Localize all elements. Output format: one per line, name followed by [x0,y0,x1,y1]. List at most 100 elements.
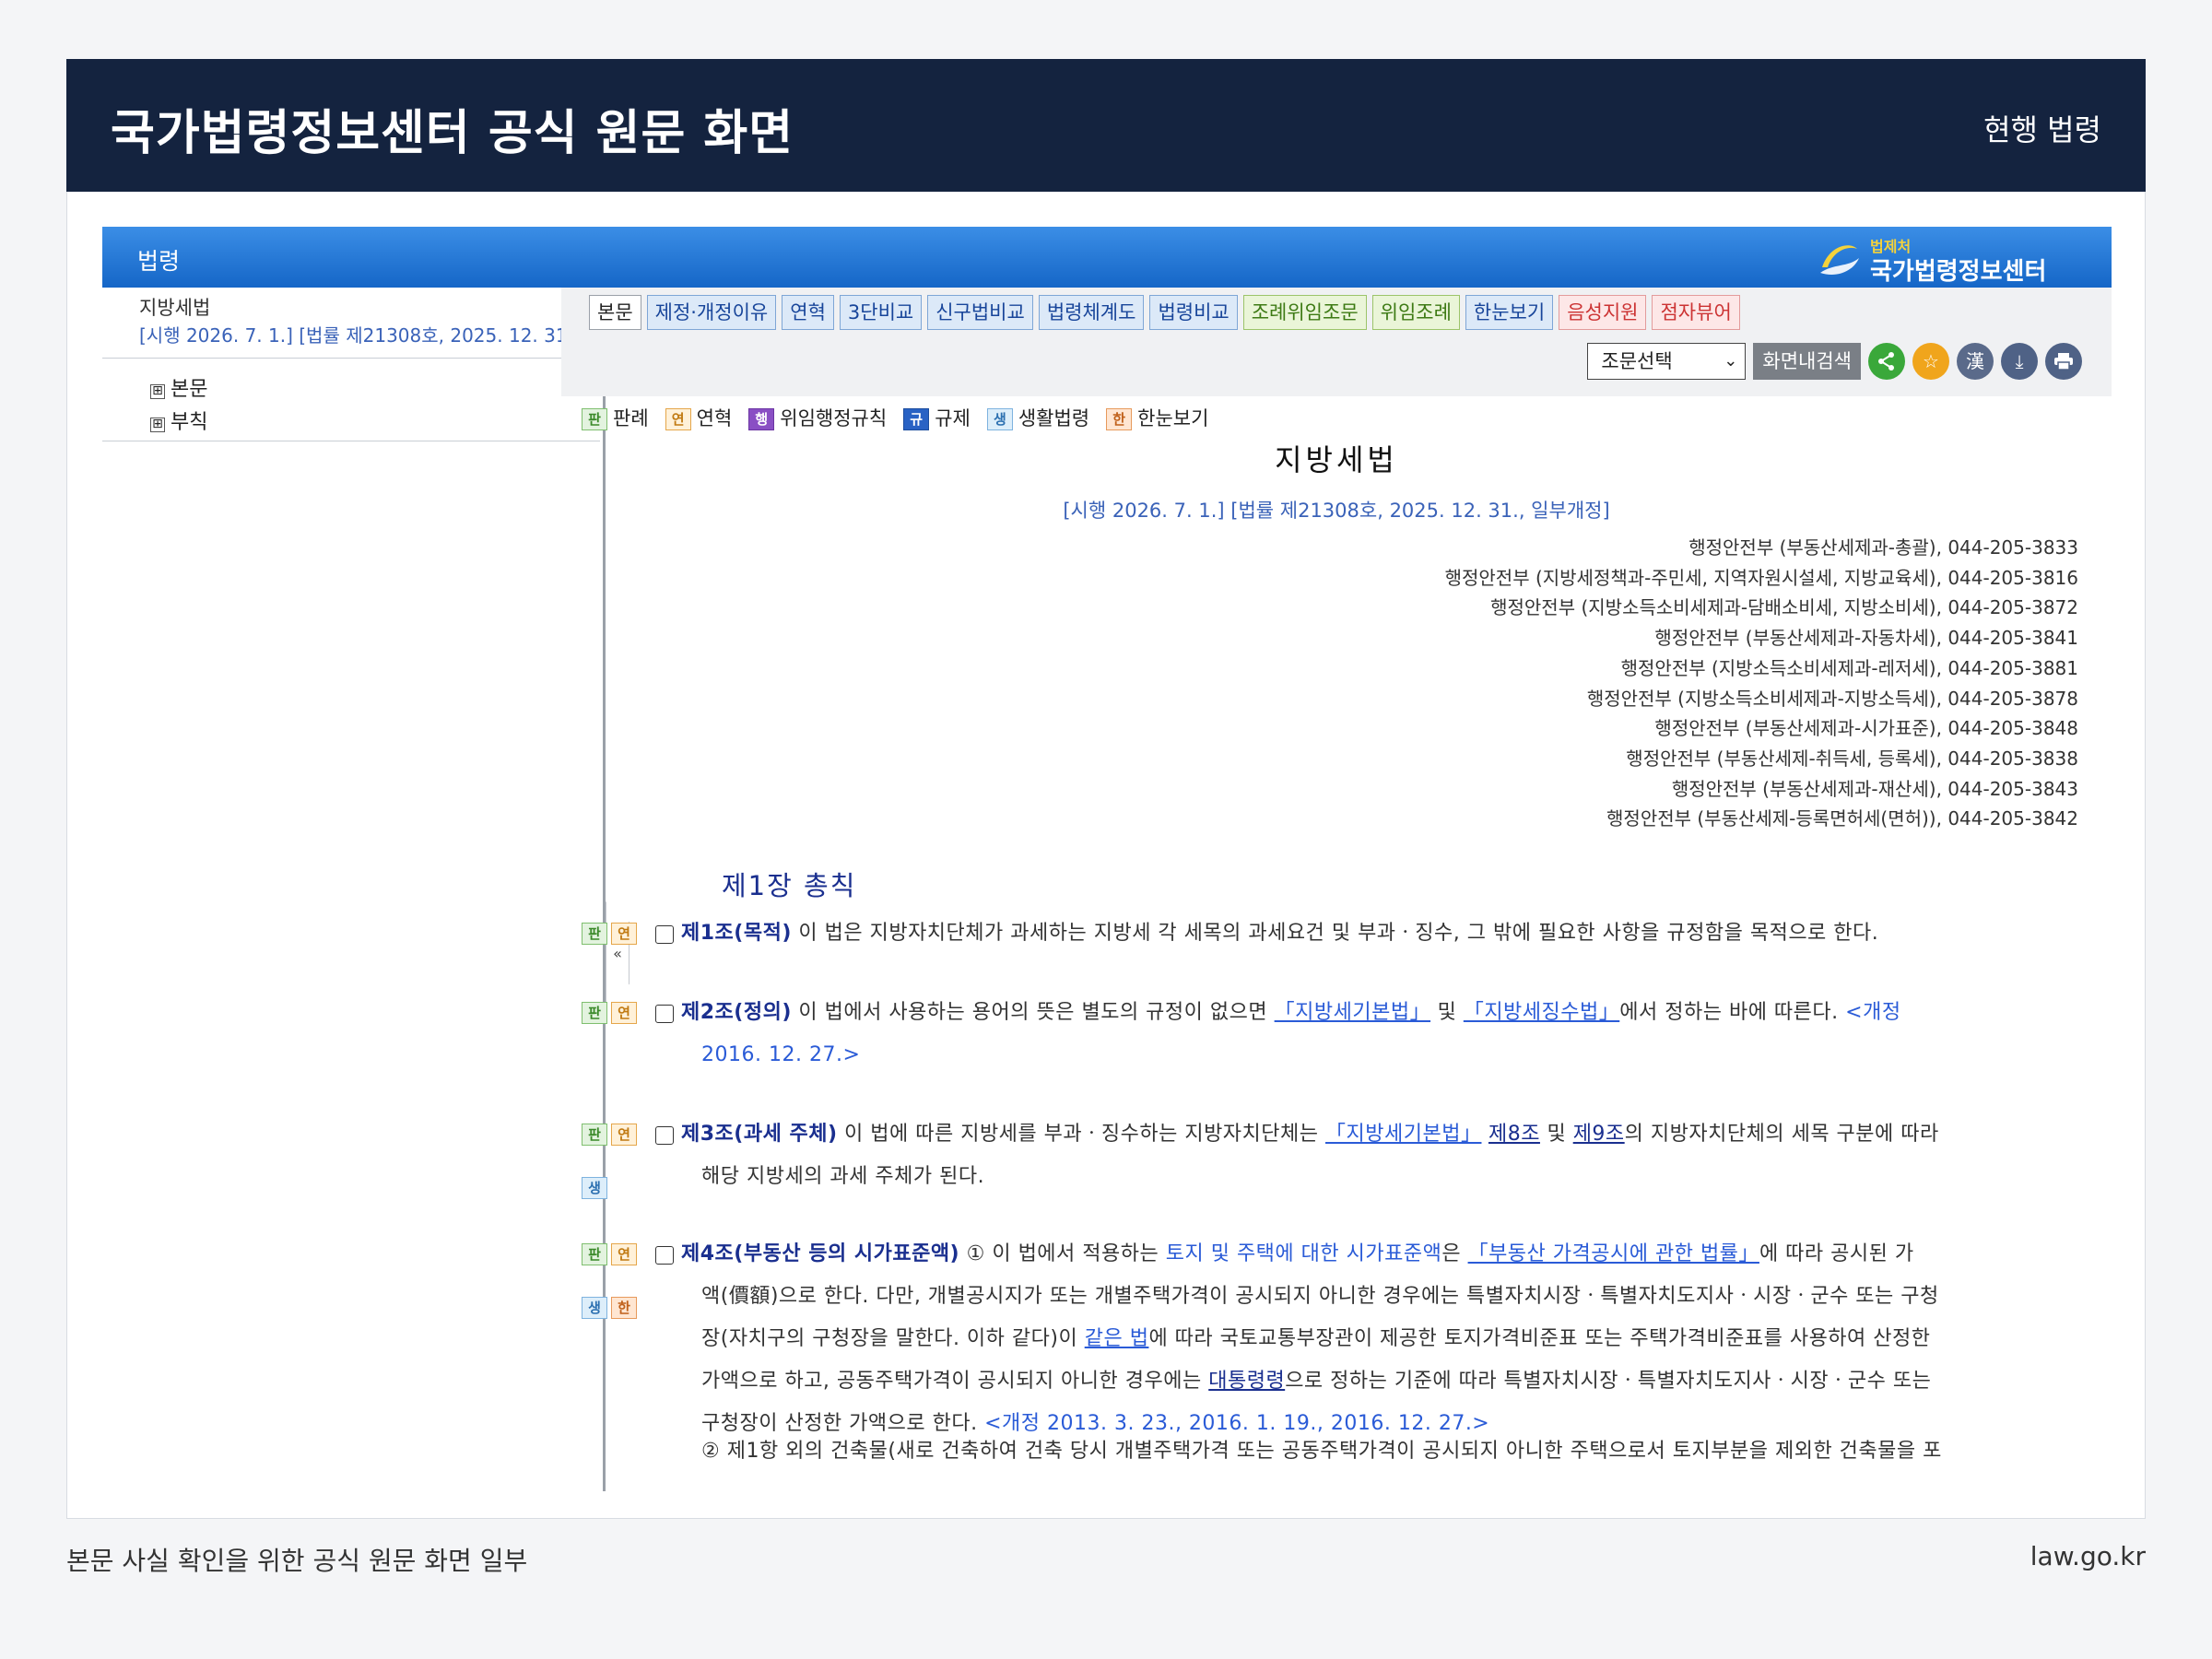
tab-overview[interactable]: 한눈보기 [1465,295,1554,330]
law-link[interactable]: 「부동산 가격공시에 관한 법률」 [1468,1242,1759,1265]
article-heading[interactable]: 제3조(과세 주체) [681,1123,838,1146]
share-icon[interactable] [1868,343,1905,380]
article-checkbox[interactable] [655,925,674,944]
precedent-badge-icon[interactable]: 판 [582,923,607,945]
card-header: 국가법령정보센터 공식 원문 화면 현행 법령 [66,59,2146,192]
tree-item-label: 부칙 [171,411,208,434]
article-checkbox[interactable] [655,1126,674,1145]
amendment-date: 2016. 12. 27.> [701,1043,861,1066]
law-bar-label: 법령 [137,248,181,275]
article-checkbox[interactable] [655,1246,674,1265]
article-icons: 판연 생한 [582,1233,655,1329]
tree-item-main[interactable]: ⊞ 본문 [150,372,207,402]
tree-item-addenda[interactable]: ⊞ 부칙 [150,406,207,435]
law-link[interactable]: 같은 법 [1085,1327,1149,1350]
legend-item-precedent: 판 판례 [582,404,649,431]
article-icons: 판연 [582,912,655,955]
history-badge-icon[interactable]: 연 [611,923,637,945]
tab-law-structure[interactable]: 법령체계도 [1038,295,1145,330]
image-caption: 본문 사실 확인을 위한 공식 원문 화면 일부 [66,1546,528,1576]
article-select-value: 조문선택 [1601,350,1673,372]
article-icons: 판연 [582,992,655,1034]
department-contact: 행정안전부 (지방소득소비세제과-담배소비세, 지방소비세), 044-205-… [1490,596,2078,619]
tree-item-label: 본문 [171,378,208,401]
source-label: law.go.kr [2030,1541,2146,1571]
precedent-badge-icon[interactable]: 판 [582,1002,607,1024]
overview-badge-icon[interactable]: 한 [611,1297,637,1319]
department-contact: 행정안전부 (부동산세제과-시가표준), 044-205-3848 [1654,717,2078,740]
voice-support-button[interactable]: 음성지원 [1559,295,1647,330]
tab-delegated-ordinance[interactable]: 위임조례 [1371,295,1460,330]
precedent-badge-icon[interactable]: 판 [582,1124,607,1146]
screenshot-frame: 법령 법제처 국가법령정보센터 지방세법 [시행 2026. 7. 1.] [법… [66,192,2146,1519]
sidebar: 지방세법 [시행 2026. 7. 1.] [법률 제21308호, 2025.… [102,288,606,1491]
braille-viewer-button[interactable]: 점자뷰어 [1652,295,1740,330]
history-badge-icon[interactable]: 연 [611,1124,637,1146]
divider [102,358,600,359]
article-link[interactable]: 제9조 [1573,1123,1625,1146]
article-body: 제3조(과세 주체) 이 법에 따른 지방세를 부과ㆍ징수하는 지방자치단체는 … [681,1123,1939,1188]
status-label: 현행 법령 [1983,112,2101,147]
logo-swoosh-icon [1820,245,1859,276]
tab-three-way-compare[interactable]: 3단비교 [839,295,923,330]
article-heading[interactable]: 제4조(부동산 등의 시가표준액) [681,1242,959,1265]
article-link[interactable]: 제8조 [1488,1123,1540,1146]
law-title-bar: 법령 법제처 국가법령정보센터 [102,227,2112,288]
law-link[interactable]: 대통령령 [1208,1370,1285,1393]
hanja-icon[interactable]: 漢 [1957,343,1994,380]
tab-main-text[interactable]: 본문 [589,295,641,330]
article-select[interactable]: 조문선택 ⌄ [1587,343,1747,380]
page-title: 지방세법 [1275,442,1398,477]
article-body: 제2조(정의) 이 법에서 사용하는 용어의 뜻은 별도의 규정이 없으면 「지… [681,992,2082,1077]
amendment-note: <개정 [1845,1001,1901,1024]
regulation-badge-icon: 규 [903,408,930,430]
living-law-badge-icon[interactable]: 생 [582,1297,607,1319]
legend-item-admin-rule: 행 위임행정규칙 [748,404,887,431]
tab-old-new-compare[interactable]: 신구법비교 [927,295,1033,330]
in-page-search-button[interactable]: 화면내검색 [1753,343,1861,380]
article-body: 제1조(목적) 이 법은 지방자치단체가 과세하는 지방세 각 세목의 과세요건… [681,922,1879,945]
article-heading[interactable]: 제2조(정의) [681,1001,792,1024]
legend-item-regulation: 규 규제 [903,404,971,431]
article-body: 제4조(부동산 등의 시가표준액) ① 이 법에서 적용하는 토지 및 주택에 … [681,1242,1942,1463]
law-link[interactable]: 「지방세기본법」 [1275,1001,1430,1024]
department-contact: 행정안전부 (부동산세제-등록면허세(면허)), 044-205-3842 [1606,807,2078,830]
article-1: 판연 제1조(목적) 이 법은 지방자치단체가 과세하는 지방세 각 세목의 과… [582,912,2093,959]
department-contact: 행정안전부 (지방소득소비세제과-지방소득세), 044-205-3878 [1586,687,2078,710]
law-link[interactable]: 「지방세기본법」 [1325,1123,1481,1146]
history-badge-icon[interactable]: 연 [611,1002,637,1024]
article-2: 판연 제2조(정의) 이 법에서 사용하는 용어의 뜻은 별도의 규정이 없으면… [582,992,2093,1080]
law-link[interactable]: 「지방세징수법」 [1464,1001,1619,1024]
highlighted-term: 토지 및 주택에 대한 시가표준액 [1165,1242,1442,1265]
expand-icon[interactable]: ⊞ [150,384,165,399]
tab-ordinance-delegation[interactable]: 조례위임조문 [1242,295,1367,330]
chevron-down-icon: ⌄ [1724,351,1738,371]
sidebar-law-info: [시행 2026. 7. 1.] [법률 제21308호, 2025. 12. … [139,324,606,347]
article-checkbox[interactable] [655,1005,674,1023]
article-4: 판연 생한 제4조(부동산 등의 시가표준액) ① 이 법에서 적용하는 토지 … [582,1233,2093,1500]
legend-item-living-law: 생 생활법령 [986,404,1089,431]
department-contact: 행정안전부 (지방소득소비세제과-레저세), 044-205-3881 [1620,656,2078,679]
expand-icon[interactable]: ⊞ [150,418,165,432]
card-title: 국가법령정보센터 공식 원문 화면 [111,106,794,161]
department-contact: 행정안전부 (부동산세제과-자동차세), 044-205-3841 [1654,627,2078,650]
tab-revision-reason[interactable]: 제정·개정이유 [646,295,777,330]
department-contact-list: 행정안전부 (부동산세제과-총괄), 044-205-3833 행정안전부 (지… [1445,533,2078,834]
living-law-badge-icon[interactable]: 생 [582,1177,607,1199]
download-icon[interactable]: ⤓ [2001,343,2038,380]
legend-item-history: 연 연혁 [665,404,732,431]
tab-law-compare[interactable]: 법령비교 [1149,295,1238,330]
department-contact: 행정안전부 (부동산세제과-총괄), 044-205-3833 [1688,536,2078,559]
toolbar-button-row: 본문 제정·개정이유 연혁 3단비교 신구법비교 법령체계도 법령비교 조례위임… [589,295,1740,330]
star-icon[interactable]: ☆ [1912,343,1949,380]
print-icon[interactable] [2045,343,2082,380]
sidebar-law-name[interactable]: 지방세법 [139,293,210,321]
legend-item-overview: 한 한눈보기 [1106,404,1208,431]
tab-history[interactable]: 연혁 [782,295,834,330]
living-law-badge-icon: 생 [986,408,1013,430]
history-badge-icon[interactable]: 연 [611,1243,637,1265]
moleg-logo[interactable]: 법제처 국가법령정보센터 [1817,234,2065,286]
precedent-badge-icon: 판 [582,408,607,430]
article-heading[interactable]: 제1조(목적) [681,922,792,945]
precedent-badge-icon[interactable]: 판 [582,1243,607,1265]
